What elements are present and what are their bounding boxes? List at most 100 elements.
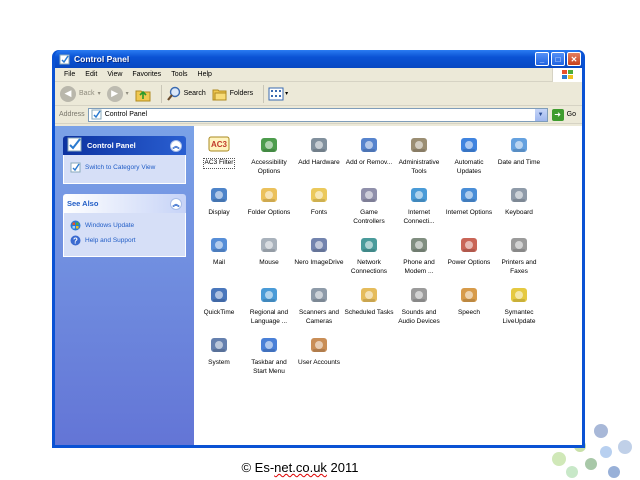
menu-help[interactable]: Help [193, 71, 217, 78]
accessibility-icon [258, 134, 280, 156]
views-dropdown-icon: ▾ [285, 91, 289, 97]
menu-tools[interactable]: Tools [166, 71, 192, 78]
forward-button[interactable]: ▶ ▾ [106, 85, 129, 102]
control-panel-item[interactable]: AC3 AC3 Filter [194, 134, 244, 184]
switch-category-view-label: Switch to Category View [85, 164, 156, 171]
control-panel-item-label: Power Options [447, 259, 491, 266]
windows-update-label: Windows Update [85, 222, 135, 229]
back-button[interactable]: ◀ Back ▾ [60, 85, 101, 102]
help-support-label: Help and Support [85, 237, 136, 244]
up-folder-button[interactable] [135, 86, 151, 102]
taskbar-icon [258, 334, 280, 356]
close-button[interactable]: ✕ [567, 52, 581, 66]
address-input[interactable]: Control Panel ▼ [87, 107, 548, 122]
decorative-circle [618, 440, 632, 454]
go-button[interactable]: ➜ Go [551, 108, 576, 121]
control-panel-item[interactable]: Mouse [244, 234, 294, 284]
control-panel-header-icon [67, 137, 82, 151]
control-panel-item[interactable]: Accessibility Options [244, 134, 294, 184]
control-panel-item-label: Date and Time [497, 159, 541, 166]
toolbar-separator [263, 84, 265, 103]
title-bar[interactable]: Control Panel _ □ ✕ [55, 50, 582, 68]
control-panel-item[interactable]: Printers and Faxes [494, 234, 544, 284]
quicktime-icon [208, 284, 230, 306]
windows-update-link[interactable]: Windows Update [70, 220, 179, 231]
control-panel-item-label: Keyboard [505, 209, 533, 216]
control-panel-item-label: Internet Connecti... [403, 209, 435, 225]
control-panel-item[interactable]: Power Options [444, 234, 494, 284]
maximize-button[interactable]: □ [551, 52, 565, 66]
control-panel-item[interactable]: Internet Options [444, 184, 494, 234]
gamepad-icon [358, 184, 380, 206]
minimize-button[interactable]: _ [535, 52, 549, 66]
menu-view[interactable]: View [102, 71, 127, 78]
network-icon [358, 234, 380, 256]
control-panel-item-label: Mail [213, 259, 225, 266]
power-icon [458, 234, 480, 256]
menu-edit[interactable]: Edit [80, 71, 102, 78]
internet-options-icon [458, 184, 480, 206]
control-panel-item[interactable]: Folder Options [244, 184, 294, 234]
decorative-circle [600, 446, 612, 458]
folder-options-icon [258, 184, 280, 206]
control-panel-item[interactable]: Network Connections [344, 234, 394, 284]
control-panel-item[interactable]: Regional and Language ... [244, 284, 294, 334]
decorative-circle [594, 424, 608, 438]
control-panel-item[interactable]: Sounds and Audio Devices [394, 284, 444, 334]
views-icon [268, 87, 284, 100]
control-panel-item-label: Sounds and Audio Devices [398, 309, 440, 325]
folders-button[interactable]: Folders [212, 86, 253, 102]
control-panel-box-content: Switch to Category View [63, 155, 186, 184]
control-panel-item-label: Automatic Updates [454, 159, 484, 175]
control-panel-item[interactable]: Add or Remov... [344, 134, 394, 184]
collapse-chevron-icon[interactable]: ︽ [170, 139, 182, 152]
control-panel-item[interactable]: Automatic Updates [444, 134, 494, 184]
control-panel-item-label: Add or Remov... [345, 159, 393, 166]
control-panel-item[interactable]: Internet Connecti... [394, 184, 444, 234]
address-dropdown-icon[interactable]: ▼ [534, 108, 547, 121]
scanner-icon [308, 284, 330, 306]
control-panel-item[interactable]: Administrative Tools [394, 134, 444, 184]
control-panel-item[interactable]: Date and Time [494, 134, 544, 184]
control-panel-window: Control Panel _ □ ✕ File Edit View Favor… [52, 50, 585, 448]
see-also-box-header[interactable]: See Also ︽ [63, 194, 186, 213]
user-accounts-icon [308, 334, 330, 356]
control-panel-item-label: Mouse [259, 259, 279, 266]
control-panel-item[interactable]: Taskbar and Start Menu [244, 334, 294, 384]
control-panel-item[interactable]: QuickTime [194, 284, 244, 334]
control-panel-item[interactable]: Add Hardware [294, 134, 344, 184]
control-panel-item[interactable]: Scanners and Cameras [294, 284, 344, 334]
control-panel-icon [58, 53, 70, 65]
control-panel-item[interactable]: Game Controllers [344, 184, 394, 234]
control-panel-item[interactable]: Scheduled Tasks [344, 284, 394, 334]
control-panel-item[interactable]: Speech [444, 284, 494, 334]
see-also-box-content: Windows Update ? Help and Support [63, 213, 186, 257]
control-panel-item[interactable]: Mail [194, 234, 244, 284]
control-panel-item[interactable]: Display [194, 184, 244, 234]
search-button[interactable]: Search [166, 86, 206, 102]
menu-favorites[interactable]: Favorites [127, 71, 166, 78]
windows-logo-icon [552, 68, 582, 82]
control-panel-item[interactable]: User Accounts [294, 334, 344, 384]
menu-file[interactable]: File [59, 71, 80, 78]
views-button[interactable]: ▾ [268, 87, 288, 101]
control-panel-item[interactable]: Keyboard [494, 184, 544, 234]
control-panel-item[interactable]: Phone and Modem ... [394, 234, 444, 284]
task-pane: Control Panel ︽ Switch to Category View [55, 126, 194, 445]
category-view-icon [70, 162, 81, 173]
see-also-title: See Also [67, 199, 99, 208]
control-panel-item[interactable]: Symantec LiveUpdate [494, 284, 544, 334]
windows-update-icon [70, 220, 81, 231]
control-panel-item[interactable]: Fonts [294, 184, 344, 234]
control-panel-item-label: Folder Options [247, 209, 291, 216]
help-support-link[interactable]: ? Help and Support [70, 235, 179, 246]
window-body: Control Panel ︽ Switch to Category View [55, 126, 582, 445]
control-panel-item-label: Nero ImageDrive [294, 259, 344, 266]
switch-category-view-link[interactable]: Switch to Category View [70, 162, 179, 173]
svg-text:?: ? [73, 237, 78, 246]
internet-connection-icon [408, 184, 430, 206]
control-panel-item[interactable]: System [194, 334, 244, 384]
control-panel-box-header[interactable]: Control Panel ︽ [63, 136, 186, 155]
collapse-chevron-icon[interactable]: ︽ [170, 197, 182, 210]
control-panel-item[interactable]: Nero ImageDrive [294, 234, 344, 284]
